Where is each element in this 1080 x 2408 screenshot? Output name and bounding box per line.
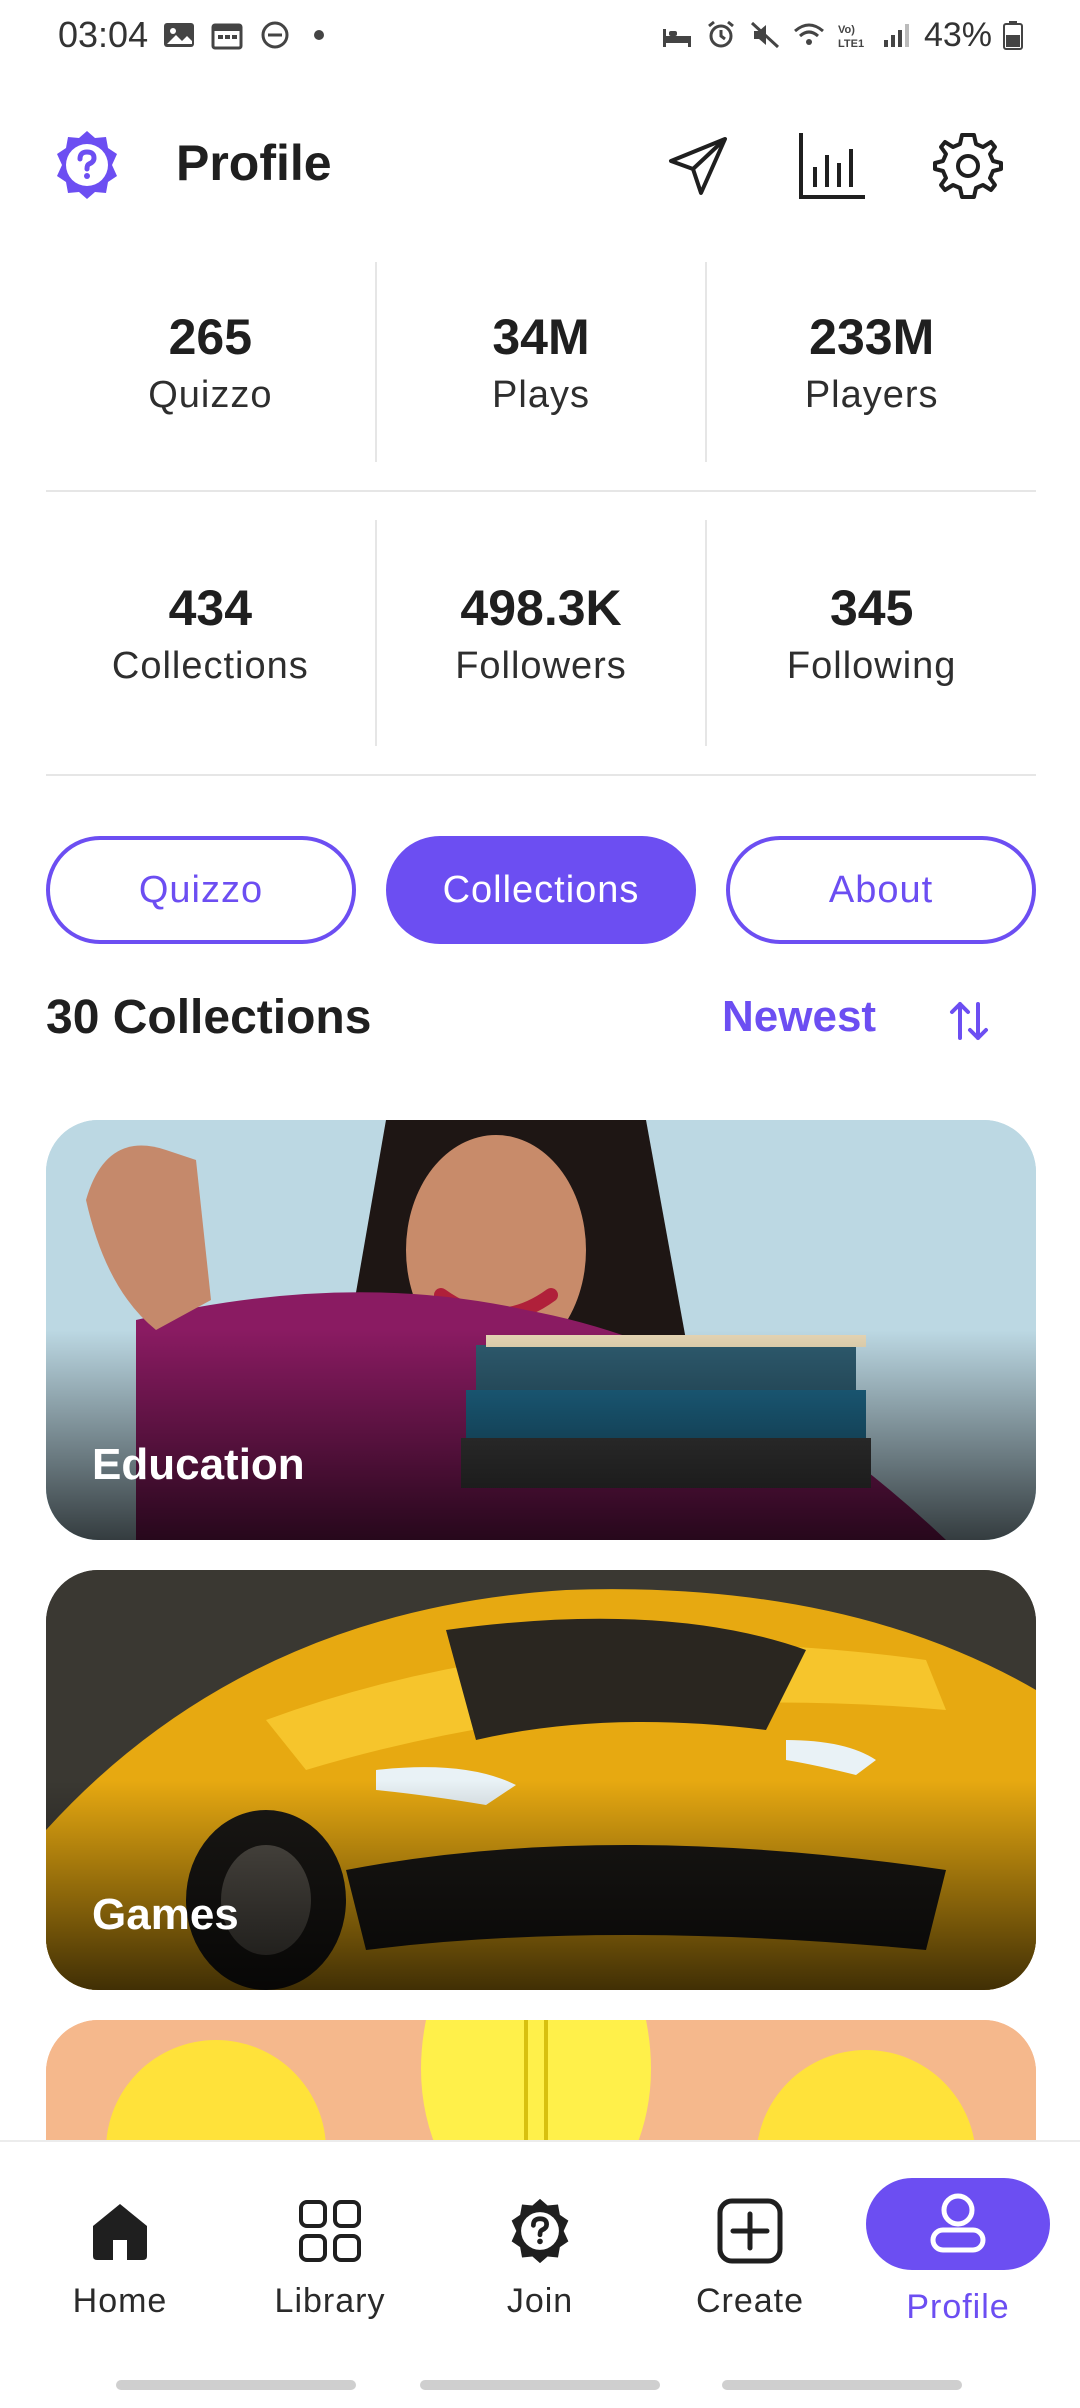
battery-icon xyxy=(1003,21,1023,50)
signal-icon xyxy=(883,24,909,47)
card-caption: Games xyxy=(92,1890,239,1939)
stats-row-1: 265 Quizzo 34M Plays 233M Players xyxy=(46,262,1036,462)
calendar-icon xyxy=(211,23,243,50)
stat-players[interactable]: 233M Players xyxy=(707,262,1036,462)
status-bar: 03:04 Vo) LTE1 43% xyxy=(0,0,1080,70)
sort-arrows-icon[interactable] xyxy=(944,996,994,1046)
sort-dropdown[interactable]: Newest xyxy=(722,992,876,1042)
gesture-bar-center xyxy=(420,2380,660,2390)
stat-label: Plays xyxy=(492,373,590,416)
svg-text:LTE1: LTE1 xyxy=(838,38,864,50)
alarm-icon xyxy=(708,20,734,48)
card-gradient-overlay xyxy=(46,1330,1036,1540)
nav-label: Profile xyxy=(906,2288,1010,2326)
divider xyxy=(46,490,1036,492)
stat-value: 233M xyxy=(809,308,935,365)
nav-label: Library xyxy=(274,2282,386,2320)
notification-dot-icon xyxy=(314,30,325,40)
nav-profile[interactable]: Profile xyxy=(866,2178,1050,2348)
tab-collections[interactable]: Collections xyxy=(386,836,696,944)
stat-value: 434 xyxy=(168,579,253,636)
join-icon xyxy=(511,2198,569,2264)
nav-join[interactable]: Join xyxy=(450,2178,630,2348)
stat-following[interactable]: 345 Following xyxy=(707,520,1036,746)
stat-value: 265 xyxy=(168,308,253,365)
card-caption: Education xyxy=(92,1440,305,1489)
svg-text:Vo): Vo) xyxy=(838,24,855,36)
status-time: 03:04 xyxy=(58,14,149,55)
page-title: Profile xyxy=(176,135,332,191)
nav-library[interactable]: Library xyxy=(240,2178,420,2348)
gesture-bar-right xyxy=(722,2380,962,2390)
nav-create[interactable]: Create xyxy=(660,2178,840,2348)
nav-label: Create xyxy=(695,2282,805,2320)
stat-value: 34M xyxy=(492,308,590,365)
tab-about[interactable]: About xyxy=(726,836,1036,944)
volte-icon: Vo) LTE1 xyxy=(838,24,864,50)
stat-value: 498.3K xyxy=(460,579,622,636)
stat-label: Players xyxy=(804,373,939,416)
mute-icon xyxy=(750,21,779,49)
sleep-mode-icon xyxy=(662,29,691,47)
bottom-navigation: Home Library Join Create Profile xyxy=(0,2140,1080,2408)
nav-label: Join xyxy=(506,2282,574,2320)
card-gradient-overlay xyxy=(46,1780,1036,1990)
wifi-icon xyxy=(793,23,824,45)
statistics-button[interactable] xyxy=(794,128,870,204)
collection-card-games[interactable]: Games xyxy=(46,1570,1036,1990)
stat-label: Following xyxy=(786,644,957,687)
plus-square-icon xyxy=(717,2198,783,2264)
status-left: 03:04 xyxy=(58,14,325,56)
nav-home[interactable]: Home xyxy=(30,2178,210,2348)
stat-value: 345 xyxy=(829,579,914,636)
divider xyxy=(46,774,1036,776)
bar-chart-icon xyxy=(799,133,865,199)
status-right: Vo) LTE1 43% xyxy=(660,16,1024,55)
gear-icon xyxy=(933,133,1003,199)
stat-label: Followers xyxy=(455,644,627,687)
profile-tabs: Quizzo Collections About xyxy=(46,836,1036,944)
gesture-bar-left xyxy=(116,2380,356,2390)
collections-count-title: 30 Collections xyxy=(46,991,372,1044)
gallery-icon xyxy=(164,23,195,47)
send-button[interactable] xyxy=(660,128,736,204)
battery-percent: 43% xyxy=(923,15,992,54)
stat-plays[interactable]: 34M Plays xyxy=(377,262,708,462)
stat-followers[interactable]: 498.3K Followers xyxy=(377,520,708,746)
stat-collections[interactable]: 434 Collections xyxy=(46,520,377,746)
collections-header: 30 Collections Newest xyxy=(46,990,1036,1060)
person-icon xyxy=(930,2193,986,2253)
stats-row-2: 434 Collections 498.3K Followers 345 Fol… xyxy=(46,520,1036,746)
nav-label: Home xyxy=(72,2282,168,2320)
settings-button[interactable] xyxy=(930,128,1006,204)
tab-quizzo[interactable]: Quizzo xyxy=(46,836,356,944)
stat-label: Quizzo xyxy=(148,373,273,416)
stat-label: Collections xyxy=(111,644,309,687)
collection-card-education[interactable]: Education xyxy=(46,1120,1036,1540)
stat-quizzo[interactable]: 265 Quizzo xyxy=(46,262,377,462)
home-icon xyxy=(93,2204,147,2260)
quizzo-logo-icon[interactable] xyxy=(50,128,124,202)
app-header: Profile xyxy=(0,120,1080,210)
grid-icon xyxy=(299,2200,361,2262)
send-icon xyxy=(669,137,727,195)
do-not-disturb-icon xyxy=(261,21,289,49)
